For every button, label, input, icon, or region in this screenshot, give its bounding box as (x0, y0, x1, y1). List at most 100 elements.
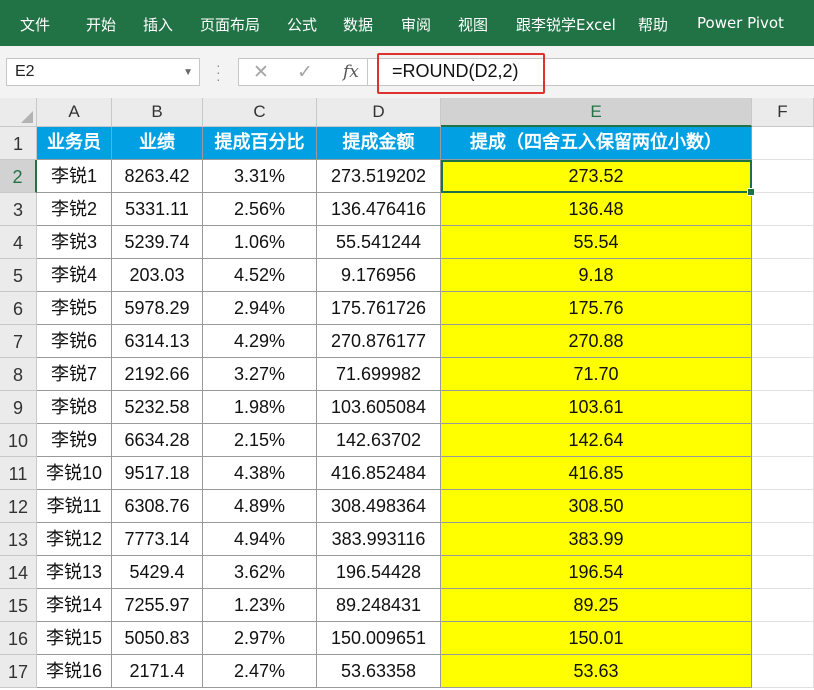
cell-f9[interactable] (752, 391, 814, 424)
cell-e11[interactable]: 416.85 (441, 457, 752, 490)
cell-b5[interactable]: 203.03 (112, 259, 203, 292)
column-header-d[interactable]: D (317, 98, 441, 127)
cell-a12[interactable]: 李锐11 (37, 490, 112, 523)
cell-a17[interactable]: 李锐16 (37, 655, 112, 688)
chevron-down-icon[interactable]: ▼ (183, 67, 193, 78)
row-header-5[interactable]: 5 (0, 259, 37, 292)
row-header-1[interactable]: 1 (0, 127, 37, 160)
cell-c14[interactable]: 3.62% (203, 556, 317, 589)
tab-page-layout[interactable]: 页面布局 (200, 14, 260, 35)
splitter-handle[interactable]: · · · (216, 58, 221, 86)
cell-e7[interactable]: 270.88 (441, 325, 752, 358)
cell-b14[interactable]: 5429.4 (112, 556, 203, 589)
cell-e9[interactable]: 103.61 (441, 391, 752, 424)
row-header-17[interactable]: 17 (0, 655, 37, 688)
tab-power-pivot[interactable]: Power Pivot (697, 14, 784, 32)
cell-b8[interactable]: 2192.66 (112, 358, 203, 391)
row-header-8[interactable]: 8 (0, 358, 37, 391)
row-header-16[interactable]: 16 (0, 622, 37, 655)
cell-b6[interactable]: 5978.29 (112, 292, 203, 325)
cell-e3[interactable]: 136.48 (441, 193, 752, 226)
cell-a11[interactable]: 李锐10 (37, 457, 112, 490)
cell-c11[interactable]: 4.38% (203, 457, 317, 490)
row-header-4[interactable]: 4 (0, 226, 37, 259)
cell-e6[interactable]: 175.76 (441, 292, 752, 325)
cell-f13[interactable] (752, 523, 814, 556)
cell-a16[interactable]: 李锐15 (37, 622, 112, 655)
cell-a3[interactable]: 李锐2 (37, 193, 112, 226)
cell-a15[interactable]: 李锐14 (37, 589, 112, 622)
cell-d9[interactable]: 103.605084 (317, 391, 441, 424)
header-cell-c[interactable]: 提成百分比 (203, 127, 317, 160)
cell-d4[interactable]: 55.541244 (317, 226, 441, 259)
cell-d15[interactable]: 89.248431 (317, 589, 441, 622)
cell-a7[interactable]: 李锐6 (37, 325, 112, 358)
cell-a2[interactable]: 李锐1 (37, 160, 112, 193)
cell-d12[interactable]: 308.498364 (317, 490, 441, 523)
cell-e10[interactable]: 142.64 (441, 424, 752, 457)
tab-home[interactable]: 开始 (86, 14, 116, 35)
cell-b2[interactable]: 8263.42 (112, 160, 203, 193)
tab-file[interactable]: 文件 (20, 14, 50, 35)
row-header-15[interactable]: 15 (0, 589, 37, 622)
column-header-a[interactable]: A (37, 98, 112, 127)
header-cell-b[interactable]: 业绩 (112, 127, 203, 160)
tab-data[interactable]: 数据 (343, 14, 373, 35)
cell-c15[interactable]: 1.23% (203, 589, 317, 622)
cell-c12[interactable]: 4.89% (203, 490, 317, 523)
cell-e2[interactable]: 273.52 (441, 160, 752, 193)
select-all-corner[interactable] (0, 98, 37, 127)
tab-insert[interactable]: 插入 (143, 14, 173, 35)
cell-b3[interactable]: 5331.11 (112, 193, 203, 226)
cell-e13[interactable]: 383.99 (441, 523, 752, 556)
confirm-check-icon[interactable]: ✓ (297, 61, 313, 84)
tab-formulas[interactable]: 公式 (287, 14, 317, 35)
row-header-12[interactable]: 12 (0, 490, 37, 523)
tab-help[interactable]: 帮助 (638, 14, 668, 35)
row-header-3[interactable]: 3 (0, 193, 37, 226)
row-header-13[interactable]: 13 (0, 523, 37, 556)
cell-b11[interactable]: 9517.18 (112, 457, 203, 490)
cell-d3[interactable]: 136.476416 (317, 193, 441, 226)
row-header-2[interactable]: 2 (0, 160, 37, 193)
column-header-f[interactable]: F (752, 98, 814, 127)
cell-a6[interactable]: 李锐5 (37, 292, 112, 325)
row-header-6[interactable]: 6 (0, 292, 37, 325)
cell-f3[interactable] (752, 193, 814, 226)
row-header-10[interactable]: 10 (0, 424, 37, 457)
header-cell-a[interactable]: 业务员 (37, 127, 112, 160)
cell-c8[interactable]: 3.27% (203, 358, 317, 391)
cell-a4[interactable]: 李锐3 (37, 226, 112, 259)
tab-view[interactable]: 视图 (458, 14, 488, 35)
cell-d14[interactable]: 196.54428 (317, 556, 441, 589)
cell-d6[interactable]: 175.761726 (317, 292, 441, 325)
cell-c4[interactable]: 1.06% (203, 226, 317, 259)
cell-d8[interactable]: 71.699982 (317, 358, 441, 391)
cell-d16[interactable]: 150.009651 (317, 622, 441, 655)
row-header-9[interactable]: 9 (0, 391, 37, 424)
cell-f11[interactable] (752, 457, 814, 490)
cell-f12[interactable] (752, 490, 814, 523)
cell-b7[interactable]: 6314.13 (112, 325, 203, 358)
cell-e17[interactable]: 53.63 (441, 655, 752, 688)
cancel-icon[interactable]: ✕ (253, 61, 269, 84)
cell-e5[interactable]: 9.18 (441, 259, 752, 292)
cell-e16[interactable]: 150.01 (441, 622, 752, 655)
cell-a8[interactable]: 李锐7 (37, 358, 112, 391)
cell-c9[interactable]: 1.98% (203, 391, 317, 424)
cell-f4[interactable] (752, 226, 814, 259)
cell-d13[interactable]: 383.993116 (317, 523, 441, 556)
header-cell-d[interactable]: 提成金额 (317, 127, 441, 160)
cell-b10[interactable]: 6634.28 (112, 424, 203, 457)
tab-review[interactable]: 审阅 (401, 14, 431, 35)
row-header-7[interactable]: 7 (0, 325, 37, 358)
row-header-11[interactable]: 11 (0, 457, 37, 490)
cell-b13[interactable]: 7773.14 (112, 523, 203, 556)
cell-f15[interactable] (752, 589, 814, 622)
header-cell-f[interactable] (752, 127, 814, 160)
tab-custom[interactable]: 跟李锐学Excel (516, 14, 616, 35)
cell-d7[interactable]: 270.876177 (317, 325, 441, 358)
cell-e8[interactable]: 71.70 (441, 358, 752, 391)
cell-e4[interactable]: 55.54 (441, 226, 752, 259)
cell-a9[interactable]: 李锐8 (37, 391, 112, 424)
